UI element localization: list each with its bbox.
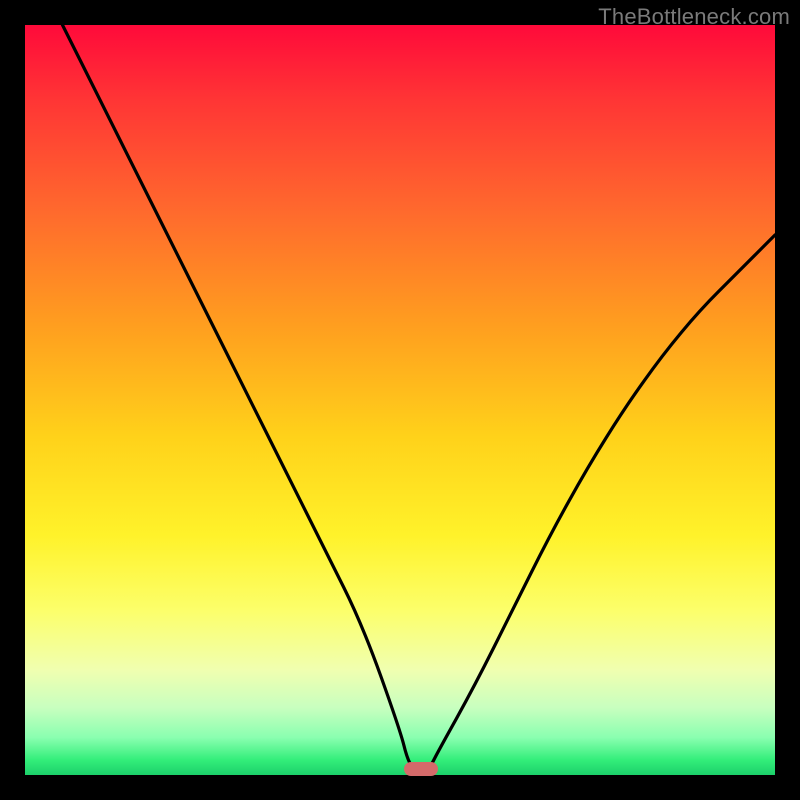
- chart-frame: TheBottleneck.com: [0, 0, 800, 800]
- optimal-marker: [404, 762, 438, 776]
- bottleneck-curve: [25, 25, 775, 775]
- plot-area: [25, 25, 775, 775]
- watermark-text: TheBottleneck.com: [598, 4, 790, 30]
